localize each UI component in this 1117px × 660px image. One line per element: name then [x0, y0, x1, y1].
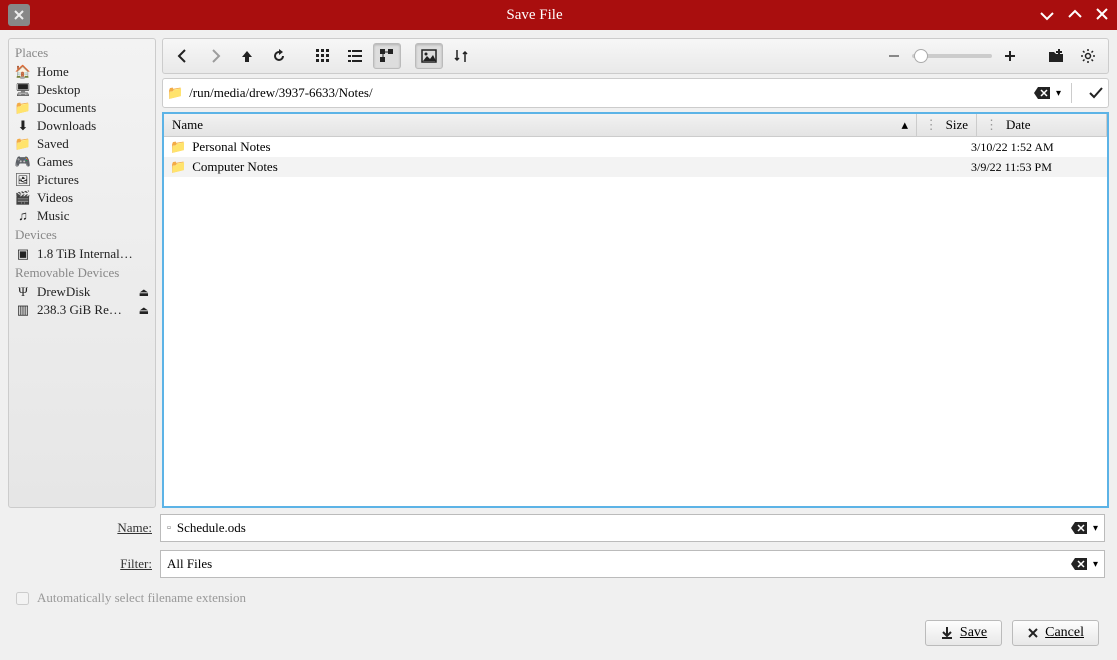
removable-heading: Removable Devices [11, 263, 153, 283]
filename-input[interactable] [177, 520, 1065, 536]
folder-icon: 📁 [170, 159, 186, 175]
minimize-icon[interactable] [1039, 7, 1055, 23]
filter-input[interactable] [167, 556, 1065, 572]
sidebar-item-documents[interactable]: 📁Documents [11, 99, 153, 117]
file-row[interactable]: 📁Personal Notes 3/10/22 1:52 AM [164, 137, 1107, 157]
file-icon: ▫ [167, 522, 171, 534]
name-label: Name: [12, 520, 152, 536]
save-button[interactable]: Save [925, 620, 1002, 646]
view-tree-button[interactable] [373, 43, 401, 69]
music-icon: ♫ [15, 208, 31, 224]
places-heading: Places [11, 43, 153, 63]
folder-icon: 📁 [170, 139, 186, 155]
sidebar-item-drewdisk[interactable]: ΨDrewDisk⏏ [11, 283, 153, 301]
column-name[interactable]: Name▴ [164, 114, 917, 136]
clear-path-icon[interactable] [1034, 87, 1050, 99]
column-date[interactable]: ⋮Date [977, 114, 1107, 136]
sidebar-item-downloads[interactable]: ⬇Downloads [11, 117, 153, 135]
filename-combo: ▫ ▾ [160, 514, 1105, 542]
clear-filter-icon[interactable] [1071, 558, 1087, 570]
videos-icon: 🎬 [15, 190, 31, 206]
filter-label: Filter: [12, 556, 152, 572]
reload-button[interactable] [265, 43, 293, 69]
save-icon [940, 626, 954, 640]
toolbar [162, 38, 1109, 74]
auto-extension-checkbox [16, 592, 29, 605]
cancel-button[interactable]: Cancel [1012, 620, 1099, 646]
places-sidebar: Places 🏠Home 🖥Desktop 📁Documents ⬇Downlo… [8, 38, 156, 508]
usb-icon: Ψ [15, 284, 31, 300]
show-thumbnails-button[interactable] [415, 43, 443, 69]
filter-combo[interactable]: ▾ [160, 550, 1105, 578]
name-dropdown-icon[interactable]: ▾ [1093, 523, 1098, 534]
desktop-icon: 🖥 [15, 82, 31, 98]
nav-back-button[interactable] [169, 43, 197, 69]
sidebar-item-saved[interactable]: 📁Saved [11, 135, 153, 153]
folder-icon: 📁 [15, 136, 31, 152]
home-icon: 🏠 [15, 64, 31, 80]
sd-icon: ▥ [15, 302, 31, 318]
path-input[interactable] [189, 85, 1028, 101]
new-folder-button[interactable] [1042, 43, 1070, 69]
sidebar-item-sdcard[interactable]: ▥238.3 GiB Re…⏏ [11, 301, 153, 319]
path-confirm-icon[interactable] [1088, 85, 1104, 101]
path-dropdown-icon[interactable]: ▾ [1056, 88, 1061, 99]
titlebar: Save File [0, 0, 1117, 30]
sidebar-item-games[interactable]: 🎮Games [11, 153, 153, 171]
cancel-icon [1027, 627, 1039, 639]
file-list: Name▴ ⋮Size ⋮Date 📁Personal Notes 3/10/2… [162, 112, 1109, 508]
sidebar-item-home[interactable]: 🏠Home [11, 63, 153, 81]
maximize-icon[interactable] [1067, 7, 1083, 23]
zoom-out-button[interactable] [880, 43, 908, 69]
sidebar-item-music[interactable]: ♫Music [11, 207, 153, 225]
window-close-icon[interactable] [8, 4, 30, 26]
column-size[interactable]: ⋮Size [917, 114, 977, 136]
view-icons-button[interactable] [309, 43, 337, 69]
folder-icon: 📁 [15, 100, 31, 116]
zoom-slider[interactable] [912, 54, 992, 58]
sort-asc-icon: ▴ [901, 117, 908, 133]
devices-heading: Devices [11, 225, 153, 245]
file-list-header: Name▴ ⋮Size ⋮Date [164, 114, 1107, 137]
settings-button[interactable] [1074, 43, 1102, 69]
sort-button[interactable] [447, 43, 475, 69]
sidebar-item-desktop[interactable]: 🖥Desktop [11, 81, 153, 99]
download-icon: ⬇ [15, 118, 31, 134]
clear-name-icon[interactable] [1071, 522, 1087, 534]
nav-forward-button [201, 43, 229, 69]
sidebar-item-internal-disk[interactable]: ▣1.8 TiB Internal… [11, 245, 153, 263]
close-icon[interactable] [1095, 7, 1109, 23]
view-list-button[interactable] [341, 43, 369, 69]
zoom-in-button[interactable] [996, 43, 1024, 69]
sidebar-item-videos[interactable]: 🎬Videos [11, 189, 153, 207]
window-title: Save File [38, 7, 1031, 24]
eject-icon[interactable]: ⏏ [139, 286, 149, 299]
path-bar: 📁 ▾ [162, 78, 1109, 108]
filter-dropdown-icon[interactable]: ▾ [1093, 559, 1098, 570]
auto-extension-label: Automatically select filename extension [37, 590, 246, 606]
eject-icon[interactable]: ⏏ [139, 304, 149, 317]
folder-icon: 📁 [167, 85, 183, 101]
nav-up-button[interactable] [233, 43, 261, 69]
sidebar-item-pictures[interactable]: 🖼Pictures [11, 171, 153, 189]
pictures-icon: 🖼 [15, 172, 31, 188]
games-icon: 🎮 [15, 154, 31, 170]
disk-icon: ▣ [15, 246, 31, 262]
file-row[interactable]: 📁Computer Notes 3/9/22 11:53 PM [164, 157, 1107, 177]
